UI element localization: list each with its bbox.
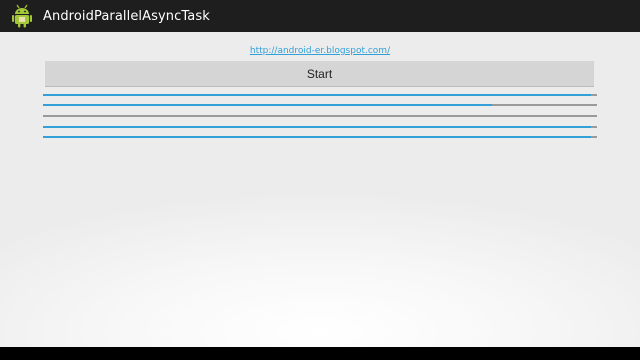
home-icon[interactable] xyxy=(312,355,326,360)
recents-icon[interactable] xyxy=(424,355,438,360)
progress-fill-1 xyxy=(43,94,592,96)
app-title: AndroidParallelAsyncTask xyxy=(43,8,210,24)
progress-fill-5 xyxy=(43,136,592,138)
progress-bar-3 xyxy=(43,115,597,117)
main-content: http://android-er.blogspot.com/ Start xyxy=(0,32,640,347)
android-robot-icon[interactable] xyxy=(10,4,34,28)
progress-bar-4 xyxy=(43,126,597,128)
start-button[interactable]: Start xyxy=(45,61,594,87)
navigation-bar xyxy=(0,347,640,360)
progress-bar-1 xyxy=(43,94,597,96)
progress-bar-5 xyxy=(43,136,597,138)
progress-fill-2 xyxy=(43,104,492,106)
progress-bar-2 xyxy=(43,104,597,106)
action-bar: AndroidParallelAsyncTask xyxy=(0,0,640,32)
blog-link[interactable]: http://android-er.blogspot.com/ xyxy=(0,46,640,56)
back-icon[interactable] xyxy=(199,355,213,360)
progress-fill-4 xyxy=(43,126,592,128)
